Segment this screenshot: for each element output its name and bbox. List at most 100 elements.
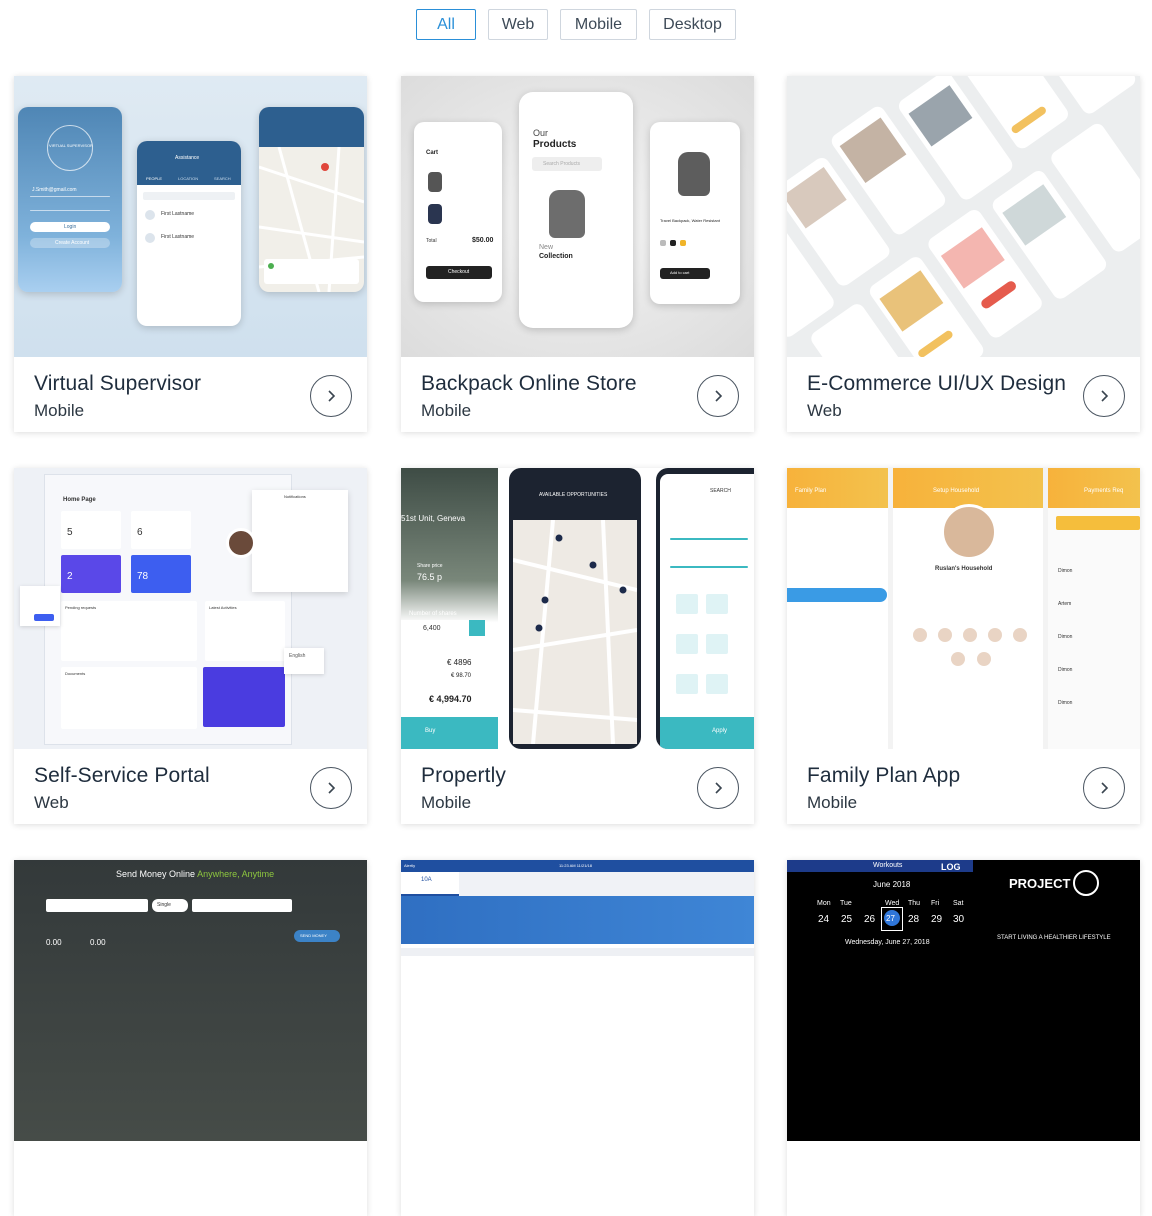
filter-mobile-button[interactable]: Mobile — [560, 9, 637, 40]
notifications-heading: Notifications — [284, 494, 306, 499]
info-banner-image — [401, 896, 754, 944]
filter-web-button[interactable]: Web — [488, 9, 548, 40]
app-name: Alertly — [404, 863, 416, 868]
selected-date-label: Wednesday, June 27, 2018 — [845, 939, 930, 946]
day-label: Thu — [908, 900, 921, 907]
member-avatar — [963, 628, 977, 642]
portfolio-card[interactable]: E-Commerce UI/UX Design Web — [787, 76, 1140, 432]
chevron-right-icon — [328, 390, 336, 402]
member-avatar — [988, 628, 1002, 642]
country-select-image — [46, 899, 148, 912]
single-label: Single — [157, 902, 171, 908]
log-logo: LOG — [941, 862, 961, 872]
card-category: Web — [807, 401, 842, 420]
date-cell: 29 — [931, 914, 943, 925]
member-avatar — [938, 628, 952, 642]
portfolio-card[interactable]: 51st Unit, Geneva Share price 76.5 p Num… — [401, 468, 754, 824]
date-cell: 30 — [953, 914, 965, 925]
stat-value: 5 — [67, 527, 73, 538]
portfolio-card[interactable]: VIRTUAL SUPERVISOR J.Smith@gmail.com Log… — [14, 76, 367, 432]
portfolio-card[interactable]: Alertly 11:23 AM 11/21/18 10A — [401, 860, 754, 1216]
chevron-right-icon — [715, 782, 723, 794]
open-project-button[interactable] — [310, 767, 352, 809]
buy-button-image — [401, 717, 498, 749]
total-value: $50.00 — [472, 237, 494, 244]
card-category: Mobile — [421, 793, 472, 812]
value-1: € 4896 — [447, 658, 472, 667]
range-slider-image — [670, 566, 748, 568]
chevron-right-icon — [1101, 782, 1109, 794]
card-title: Propertly — [421, 764, 506, 787]
docs-heading: Documents — [65, 671, 86, 676]
open-project-button[interactable] — [310, 375, 352, 417]
member-avatar — [1013, 628, 1027, 642]
workouts-title: Workouts — [873, 862, 903, 869]
open-project-button[interactable] — [1083, 375, 1125, 417]
family-plan-screen-image: Family Plan — [787, 468, 888, 749]
products-heading-2: Products — [533, 139, 577, 150]
apply-label: Apply — [712, 728, 728, 734]
add-to-cart-label: Add to cart — [670, 270, 690, 275]
latest-heading: Latest Activities — [209, 605, 237, 610]
plus-button-image — [469, 620, 485, 636]
card-title: Family Plan App — [807, 764, 961, 787]
open-project-button[interactable] — [697, 375, 739, 417]
unit-title: 51st Unit, Geneva — [401, 514, 466, 523]
active-tab-image — [401, 872, 459, 896]
open-project-button[interactable] — [697, 767, 739, 809]
household-name: Ruslan's Household — [935, 566, 993, 572]
filter-all-button[interactable]: All — [416, 9, 476, 40]
products-screen-image: Our Products Search Products New Collect… — [519, 92, 633, 328]
recipient-value: 0.00 — [90, 938, 106, 947]
person-name: First Lastname — [161, 234, 195, 240]
map-streets-image — [513, 520, 637, 744]
documents-panel — [61, 667, 197, 729]
create-label: Create Account — [55, 240, 90, 246]
portfolio-card[interactable]: Send Money Online Anywhere, Anytime Sing… — [14, 860, 367, 1216]
share-label: Share price — [417, 563, 443, 569]
email-text: J.Smith@gmail.com — [32, 187, 77, 193]
filter-chip — [706, 594, 728, 614]
cart-screen-image: Cart Total $50.00 Checkout — [414, 122, 502, 302]
popup-button-image — [34, 614, 54, 621]
day-label: Tue — [840, 900, 852, 907]
backpack-image — [549, 190, 585, 238]
month-label: June 2018 — [873, 880, 911, 889]
side-popup — [20, 586, 60, 626]
screen-title: Payments Req — [1084, 488, 1124, 494]
buy-label: Buy — [425, 728, 436, 734]
people-screen-image: Assistance PEOPLE LOCATION SEARCH First … — [137, 141, 241, 326]
card-thumbnail — [787, 76, 1140, 357]
table-header-image — [401, 948, 754, 956]
portfolio-card[interactable]: Cart Total $50.00 Checkout Our Products … — [401, 76, 754, 432]
send-label: SEND MONEY — [300, 933, 327, 938]
portfolio-card[interactable]: Workouts LOG June 2018 Mon Tue Wed Thu F… — [787, 860, 1140, 1216]
card-category: Mobile — [421, 401, 472, 420]
portfolio-card[interactable]: Family Plan Setup Household Ruslan's Hou… — [787, 468, 1140, 824]
chevron-right-icon — [328, 782, 336, 794]
apply-button-image — [660, 717, 754, 749]
amount-input-image — [192, 899, 292, 912]
stat-value: 78 — [137, 571, 149, 582]
card-info: Propertly Mobile — [401, 749, 754, 824]
language-label: English — [289, 653, 306, 659]
card-info: Virtual Supervisor Mobile — [14, 357, 367, 432]
member-name: Dimon — [1058, 667, 1073, 673]
products-heading-1: Our — [533, 128, 549, 138]
filter-desktop-button[interactable]: Desktop — [649, 9, 736, 40]
filter-chip — [706, 634, 728, 654]
open-project-button[interactable] — [1083, 767, 1125, 809]
avatar — [145, 210, 155, 220]
login-label: Login — [64, 224, 77, 230]
member-avatar — [977, 652, 991, 666]
chevron-right-icon — [715, 390, 723, 402]
search-placeholder: Search Products — [543, 161, 580, 167]
card-title: E-Commerce UI/UX Design — [807, 372, 1067, 395]
total-label: Total — [426, 238, 437, 244]
collection-label: Collection — [539, 253, 573, 260]
password-underline — [30, 210, 110, 211]
activity-panel — [205, 601, 285, 661]
portfolio-card[interactable]: Home Page 5 6 2 78 Pending requests Late… — [14, 468, 367, 824]
day-label: Mon — [817, 900, 831, 907]
search-box-image — [143, 192, 235, 200]
